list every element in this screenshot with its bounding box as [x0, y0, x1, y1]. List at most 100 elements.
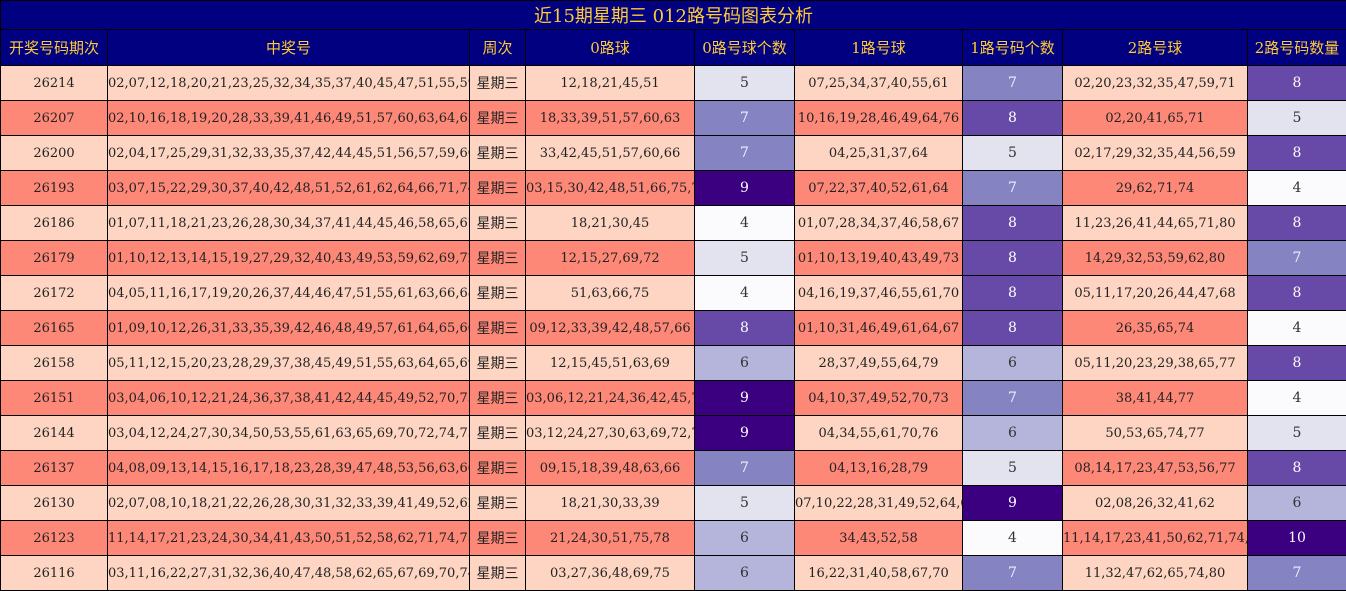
cell-winning-numbers: 02,07,12,18,20,21,23,25,32,34,35,37,40,4… [107, 65, 470, 101]
cell-route1-numbers: 10,16,19,28,46,49,64,76 [794, 100, 963, 136]
cell-route0-numbers: 33,42,45,51,57,60,66 [525, 135, 695, 171]
cell-week: 星期三 [469, 415, 526, 451]
col-header-route1: 1路号球 [794, 29, 963, 66]
cell-period: 26193 [0, 170, 108, 206]
cell-route2-count: 10 [1247, 520, 1346, 556]
cell-route0-count: 6 [694, 520, 795, 556]
cell-period: 26123 [0, 520, 108, 556]
cell-period: 26165 [0, 310, 108, 346]
col-header-route0: 0路球 [525, 29, 695, 66]
cell-route0-numbers: 18,21,30,33,39 [525, 485, 695, 521]
cell-winning-numbers: 05,11,12,15,20,23,28,29,37,38,45,49,51,5… [107, 345, 470, 381]
cell-route2-numbers: 02,20,23,32,35,47,59,71 [1062, 65, 1248, 101]
cell-route0-numbers: 03,15,30,42,48,51,66,75,78 [525, 170, 695, 206]
cell-route2-numbers: 11,14,17,23,41,50,62,71,74,80 [1062, 520, 1248, 556]
cell-route1-count: 5 [962, 135, 1063, 171]
cell-route1-numbers: 04,13,16,28,79 [794, 450, 963, 486]
cell-route0-numbers: 12,15,27,69,72 [525, 240, 695, 276]
cell-week: 星期三 [469, 135, 526, 171]
cell-route1-numbers: 04,10,37,49,52,70,73 [794, 380, 963, 416]
cell-route0-count: 7 [694, 450, 795, 486]
cell-route1-count: 8 [962, 100, 1063, 136]
table-row: 26151 03,04,06,10,12,21,24,36,37,38,41,42… [0, 380, 1346, 416]
cell-route0-numbers: 09,15,18,39,48,63,66 [525, 450, 695, 486]
cell-week: 星期三 [469, 100, 526, 136]
cell-route2-count: 7 [1247, 240, 1346, 276]
cell-route1-numbers: 01,07,28,34,37,46,58,67 [794, 205, 963, 241]
cell-route0-count: 6 [694, 555, 795, 591]
cell-route0-count: 5 [694, 485, 795, 521]
cell-period: 26214 [0, 65, 108, 101]
cell-route0-numbers: 18,33,39,51,57,60,63 [525, 100, 695, 136]
cell-route1-numbers: 28,37,49,55,64,79 [794, 345, 963, 381]
table-body: 26214 02,07,12,18,20,21,23,25,32,34,35,37… [0, 65, 1346, 591]
cell-route2-numbers: 02,20,41,65,71 [1062, 100, 1248, 136]
cell-winning-numbers: 01,09,10,12,26,31,33,35,39,42,46,48,49,5… [107, 310, 470, 346]
analysis-table: 近15期星期三 012路号码图表分析 开奖号码期次 中奖号 周次 0路球 0路号… [0, 0, 1346, 591]
cell-route1-numbers: 34,43,52,58 [794, 520, 963, 556]
cell-route1-numbers: 01,10,13,19,40,43,49,73 [794, 240, 963, 276]
table-row: 26186 01,07,11,18,21,23,26,28,30,34,37,41… [0, 205, 1346, 241]
cell-week: 星期三 [469, 555, 526, 591]
cell-winning-numbers: 03,11,16,22,27,31,32,36,40,47,48,58,62,6… [107, 555, 470, 591]
cell-route1-count: 7 [962, 170, 1063, 206]
cell-week: 星期三 [469, 170, 526, 206]
cell-route2-count: 8 [1247, 135, 1346, 171]
cell-route1-numbers: 01,10,31,46,49,61,64,67 [794, 310, 963, 346]
cell-route2-numbers: 11,32,47,62,65,74,80 [1062, 555, 1248, 591]
cell-route2-count: 7 [1247, 555, 1346, 591]
cell-week: 星期三 [469, 485, 526, 521]
cell-route2-numbers: 05,11,17,20,26,44,47,68 [1062, 275, 1248, 311]
cell-period: 26158 [0, 345, 108, 381]
cell-route0-numbers: 51,63,66,75 [525, 275, 695, 311]
cell-route1-count: 7 [962, 555, 1063, 591]
table-row: 26123 11,14,17,21,23,24,30,34,41,43,50,51… [0, 520, 1346, 556]
cell-week: 星期三 [469, 310, 526, 346]
cell-route2-count: 5 [1247, 415, 1346, 451]
cell-winning-numbers: 02,07,08,10,18,21,22,26,28,30,31,32,33,3… [107, 485, 470, 521]
cell-route1-numbers: 04,16,19,37,46,55,61,70 [794, 275, 963, 311]
cell-route0-numbers: 18,21,30,45 [525, 205, 695, 241]
cell-period: 26116 [0, 555, 108, 591]
cell-route0-count: 4 [694, 275, 795, 311]
cell-route0-numbers: 09,12,33,39,42,48,57,66 [525, 310, 695, 346]
cell-winning-numbers: 11,14,17,21,23,24,30,34,41,43,50,51,52,5… [107, 520, 470, 556]
cell-week: 星期三 [469, 520, 526, 556]
cell-route2-count: 8 [1247, 275, 1346, 311]
cell-route2-count: 4 [1247, 310, 1346, 346]
cell-route1-numbers: 04,34,55,61,70,76 [794, 415, 963, 451]
cell-route2-numbers: 02,17,29,32,35,44,56,59 [1062, 135, 1248, 171]
col-header-period: 开奖号码期次 [0, 29, 108, 66]
cell-route1-count: 7 [962, 65, 1063, 101]
cell-route2-numbers: 08,14,17,23,47,53,56,77 [1062, 450, 1248, 486]
cell-period: 26186 [0, 205, 108, 241]
cell-route2-count: 4 [1247, 170, 1346, 206]
cell-winning-numbers: 03,04,12,24,27,30,34,50,53,55,61,63,65,6… [107, 415, 470, 451]
cell-route1-count: 8 [962, 275, 1063, 311]
cell-route2-count: 6 [1247, 485, 1346, 521]
cell-route1-numbers: 07,22,37,40,52,61,64 [794, 170, 963, 206]
cell-route2-numbers: 11,23,26,41,44,65,71,80 [1062, 205, 1248, 241]
cell-route0-count: 7 [694, 100, 795, 136]
cell-route0-numbers: 03,06,12,21,24,36,42,45,78 [525, 380, 695, 416]
cell-route2-count: 8 [1247, 65, 1346, 101]
cell-period: 26179 [0, 240, 108, 276]
cell-route0-count: 5 [694, 65, 795, 101]
cell-route2-count: 8 [1247, 345, 1346, 381]
cell-week: 星期三 [469, 65, 526, 101]
cell-route0-count: 4 [694, 205, 795, 241]
table-row: 26158 05,11,12,15,20,23,28,29,37,38,45,49… [0, 345, 1346, 381]
cell-route1-count: 8 [962, 240, 1063, 276]
cell-week: 星期三 [469, 240, 526, 276]
cell-route1-count: 4 [962, 520, 1063, 556]
cell-route1-numbers: 16,22,31,40,58,67,70 [794, 555, 963, 591]
cell-route2-numbers: 02,08,26,32,41,62 [1062, 485, 1248, 521]
cell-period: 26207 [0, 100, 108, 136]
cell-winning-numbers: 02,04,17,25,29,31,32,33,35,37,42,44,45,5… [107, 135, 470, 171]
cell-route0-count: 8 [694, 310, 795, 346]
col-header-numbers: 中奖号 [107, 29, 470, 66]
cell-route2-count: 5 [1247, 100, 1346, 136]
table-row: 26207 02,10,16,18,19,20,28,33,39,41,46,49… [0, 100, 1346, 136]
cell-route0-count: 9 [694, 415, 795, 451]
cell-route0-numbers: 12,15,45,51,63,69 [525, 345, 695, 381]
